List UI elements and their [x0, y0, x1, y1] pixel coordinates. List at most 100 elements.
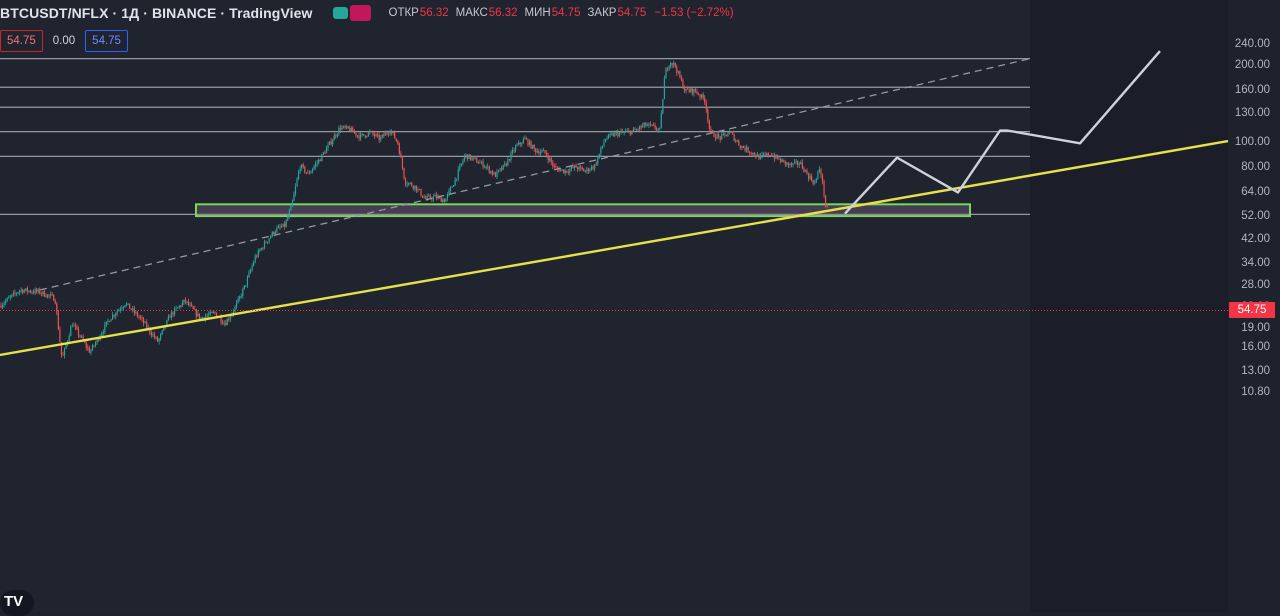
candle-body [505, 163, 507, 166]
candle-body [174, 308, 176, 315]
candle-body [339, 127, 342, 130]
candle-body [116, 311, 118, 314]
candle-body [288, 210, 290, 217]
y-tick-label: 200.00 [1234, 58, 1270, 71]
candle-body [318, 159, 320, 163]
candle-body [130, 308, 132, 310]
candle-body [197, 313, 199, 317]
ohlc-value: 54.75 [551, 7, 581, 19]
candle-body [614, 132, 616, 136]
candle-body [713, 131, 715, 137]
candle-body [728, 131, 731, 135]
candle-body [138, 316, 140, 318]
candle-body [113, 314, 115, 316]
market-status-icon[interactable] [332, 5, 371, 21]
candle-body [580, 166, 582, 168]
candle-body [677, 71, 679, 73]
candle-body [341, 127, 343, 130]
candle-body [528, 141, 531, 146]
tradingview-logo-icon[interactable]: TV [0, 590, 34, 616]
candle-body [637, 129, 639, 131]
candle-body [184, 299, 187, 302]
candle-body [73, 325, 75, 327]
candle-body [53, 295, 55, 301]
candle-body [608, 134, 610, 139]
candle-body [820, 169, 822, 176]
candle-body [491, 171, 493, 175]
candle-body [736, 140, 738, 142]
candle-body [146, 322, 148, 328]
candle-body [25, 288, 27, 291]
candle-body [412, 186, 414, 189]
candle-body [125, 303, 128, 305]
candle-body [701, 94, 703, 98]
candle-body [107, 320, 109, 322]
candle-body [434, 194, 436, 197]
candle-body [555, 166, 557, 168]
candle-body [46, 294, 49, 297]
candle-body [426, 195, 428, 199]
candle-body [721, 134, 723, 140]
candle-body [783, 159, 785, 161]
candle-body [738, 141, 740, 146]
candle-body [327, 144, 329, 149]
candle-body [587, 168, 590, 172]
candle-body [108, 320, 111, 322]
candle-body [307, 172, 309, 174]
candle-body [516, 144, 518, 147]
candle-body [790, 163, 793, 166]
candle-body [744, 148, 746, 151]
ohlc-value: 56.32 [488, 7, 518, 19]
candle-body [727, 134, 729, 137]
candle-body [803, 168, 805, 172]
candle-body [194, 309, 196, 311]
candle-body [315, 163, 317, 167]
candle-body [51, 294, 53, 296]
candle-body [776, 155, 779, 159]
candle-body [465, 154, 467, 156]
candle-body [177, 307, 179, 309]
candle-body [459, 165, 461, 170]
candle-body [572, 166, 574, 168]
candle-body [186, 301, 188, 303]
candle-body [215, 312, 218, 317]
candle-body [57, 312, 59, 330]
sell-price-button[interactable]: 54.75 [0, 30, 43, 52]
candle-body [494, 172, 497, 177]
candle-body [40, 293, 42, 295]
candle-body [198, 313, 200, 320]
candle-body [786, 162, 788, 165]
candle-body [50, 294, 52, 296]
candle-body [623, 132, 625, 134]
candle-body [773, 155, 776, 159]
candle-body [212, 312, 214, 314]
candle-body [344, 126, 346, 128]
candle-body [745, 147, 748, 151]
candle-body [19, 290, 21, 293]
candle-body [5, 300, 7, 304]
price-chart[interactable] [0, 0, 1280, 612]
candle-body [3, 303, 5, 306]
candle-body [105, 321, 107, 325]
candle-body [319, 159, 321, 161]
ohlc-value: −1.53 (−2.72%) [654, 7, 734, 19]
candle-body [384, 132, 386, 136]
candle-body [28, 290, 30, 292]
ohlc-key: МАКС [455, 7, 488, 19]
candle-body [628, 130, 630, 132]
candle-body [674, 62, 676, 67]
y-tick-label: 19.00 [1241, 322, 1270, 335]
candle-body [752, 152, 754, 154]
ohlc-legend: ОТКР 56.32 МАКС 56.32 МИН 54.75 ЗАКР 54.75 −1.53… [389, 7, 741, 19]
candle-body [719, 136, 721, 140]
buy-price-button[interactable]: 54.75 [85, 30, 128, 52]
candle-body [538, 151, 540, 154]
candle-body [397, 140, 399, 144]
candle-body [225, 323, 227, 326]
candle-body [353, 131, 355, 133]
candle-body [479, 162, 481, 164]
candle-body [645, 122, 647, 126]
candle-body [88, 347, 90, 353]
candle-body [708, 120, 710, 129]
symbol-title[interactable]: BTCUSDT/NFLX · 1Д · BINANCE · TradingVie… [0, 5, 313, 21]
